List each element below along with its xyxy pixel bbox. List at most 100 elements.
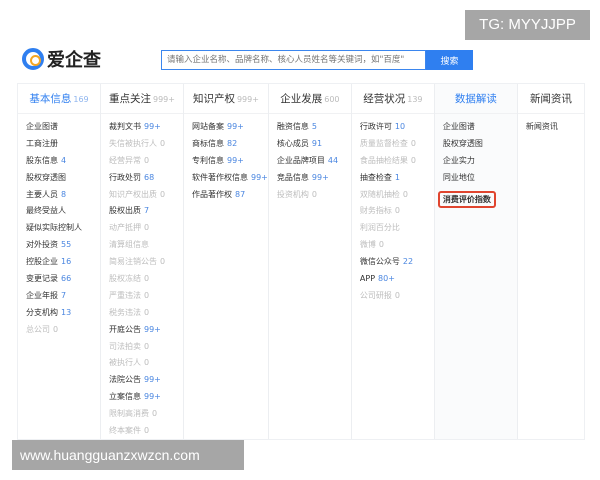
list-item[interactable]: 立案信息 99+: [109, 389, 183, 406]
item-label: 分支机构: [26, 307, 58, 317]
list-item[interactable]: 新闻资讯: [526, 119, 584, 136]
item-label: 融资信息: [276, 122, 309, 131]
search-bar: 搜索: [161, 50, 473, 70]
list-item[interactable]: 软件著作权信息 99+: [192, 170, 268, 187]
logo[interactable]: 爱企查: [22, 46, 101, 72]
item-count: 0: [152, 409, 158, 419]
list-item: 限制高消费 0: [109, 406, 183, 423]
item-list: 裁判文书 99+ 失信被执行人 0 经营异常 0 行政处罚 68 知识产权出质 0 股权出质 7 动产抵…: [101, 114, 183, 440]
item-label: 核心成员: [276, 138, 309, 148]
item-count: 0: [144, 223, 150, 233]
list-item: 税务违法 0: [109, 305, 183, 322]
item-label: 对外投资: [26, 240, 58, 250]
list-item[interactable]: 裁判文书 99+: [109, 119, 183, 136]
list-item[interactable]: APP 80+: [360, 271, 434, 288]
item-label: 知识产权出质: [109, 189, 157, 199]
list-item[interactable]: 企业实力: [443, 153, 517, 170]
tab-header[interactable]: 经营状况 139: [351, 84, 434, 114]
item-label: 微信公众号: [359, 257, 400, 267]
item-label: APP: [359, 274, 376, 284]
list-item[interactable]: 对外投资 55: [26, 237, 100, 254]
watermark-bottom: www.huangguanzxwzcn.com: [12, 440, 244, 470]
item-count: 1: [394, 172, 400, 182]
list-item[interactable]: 抽查检查 1: [360, 170, 434, 187]
list-item: 食品抽检结果 0: [360, 153, 434, 170]
list-item: 总公司 0: [26, 322, 100, 339]
list-item[interactable]: 微信公众号 22: [360, 254, 434, 271]
list-item: 简易注销公告 0: [109, 254, 183, 271]
list-item[interactable]: 变更记录 66: [26, 271, 100, 288]
list-item[interactable]: 企业图谱: [443, 119, 517, 136]
list-item[interactable]: 消费评价指数: [437, 190, 496, 208]
item-label: 终本案件: [109, 426, 141, 436]
item-label: 疑似实际控制人: [26, 223, 82, 233]
list-item: 利润百分比: [360, 220, 434, 237]
item-label: 被执行人: [109, 358, 141, 368]
item-list: 行政许可 10 质量监督检查 0 食品抽检结果 0 抽查检查 1 双随机抽检 0 财务指标 0 利润百分…: [352, 114, 434, 305]
item-label: 企业年报: [26, 290, 58, 300]
list-item[interactable]: 疑似实际控制人: [26, 220, 100, 237]
logo-search-icon: [22, 48, 44, 70]
list-item[interactable]: 专利信息 99+: [192, 153, 268, 170]
item-label: 简易注销公告: [109, 257, 157, 267]
list-item[interactable]: 网站备案 99+: [192, 119, 268, 136]
list-item[interactable]: 股东信息 4: [26, 153, 100, 170]
tab-header[interactable]: 知识产权 999+: [184, 84, 268, 114]
item-label: 税务违法: [109, 307, 141, 317]
item-count: 0: [53, 324, 59, 334]
list-item[interactable]: 行政许可 10: [360, 119, 434, 136]
list-item[interactable]: 开庭公告 99+: [109, 322, 183, 339]
list-item[interactable]: 企业品牌项目 44: [277, 153, 351, 170]
list-item[interactable]: 竞品信息 99+: [277, 170, 351, 187]
item-count: 99+: [144, 122, 161, 131]
item-count: 0: [160, 138, 166, 148]
tab-header[interactable]: 数据解读: [434, 84, 517, 114]
list-item[interactable]: 最终受益人: [26, 203, 100, 220]
search-input[interactable]: [161, 50, 426, 70]
list-item[interactable]: 控股企业 16: [26, 254, 100, 271]
list-item[interactable]: 股权穿透图: [26, 170, 100, 187]
item-count: 99+: [311, 172, 329, 182]
item-count: 0: [144, 155, 150, 165]
tab-count: 169: [73, 95, 89, 104]
tab-header[interactable]: 新闻资讯: [517, 84, 584, 114]
item-label: 质量监督检查: [359, 138, 408, 148]
list-item[interactable]: 股权出质 7: [109, 203, 183, 220]
tab-header[interactable]: 基本信息 169: [18, 84, 100, 114]
item-label: 利润百分比: [359, 223, 400, 233]
tab-title: 数据解读: [454, 93, 497, 105]
list-item[interactable]: 作品著作权 87: [192, 187, 268, 204]
list-item[interactable]: 企业年报 7: [26, 288, 100, 305]
item-label: 股权穿透图: [26, 172, 66, 182]
list-item[interactable]: 股权穿透图: [443, 136, 517, 153]
list-item[interactable]: 行政处罚 68: [109, 170, 183, 187]
list-item: 被执行人 0: [109, 355, 183, 372]
tab-header[interactable]: 重点关注 999+: [101, 84, 183, 114]
list-item[interactable]: 核心成员 91: [277, 136, 351, 153]
list-item[interactable]: 工商注册: [26, 136, 100, 153]
item-list: 新闻资讯: [518, 114, 584, 136]
nav-column: 新闻资讯 新闻资讯: [517, 84, 584, 439]
list-item[interactable]: 企业图谱: [26, 119, 100, 136]
item-count: 55: [61, 240, 72, 250]
item-label: 限制高消费: [109, 409, 149, 419]
item-list: 网站备案 99+ 商标信息 82 专利信息 99+ 软件著作权信息 99+ 作品著作权 87: [184, 114, 268, 203]
item-label: 消费评价指数: [442, 194, 491, 204]
item-label: 抽查检查: [359, 172, 392, 182]
item-label: 同业地位: [442, 172, 475, 182]
item-count: 0: [144, 290, 150, 300]
tab-header[interactable]: 企业发展 600: [268, 84, 351, 114]
nav-column: 企业发展 600 融资信息 5 核心成员 91 企业品牌项目 44 竞品信息 99+ 投资机构 0: [268, 84, 352, 439]
list-item[interactable]: 法院公告 99+: [109, 372, 183, 389]
list-item[interactable]: 商标信息 82: [192, 136, 268, 153]
list-item[interactable]: 分支机构 13: [26, 305, 100, 322]
item-label: 经营异常: [109, 155, 141, 165]
item-count: 44: [327, 155, 339, 165]
list-item[interactable]: 主要人员 8: [26, 187, 100, 204]
search-button[interactable]: 搜索: [426, 50, 473, 70]
item-label: 工商注册: [26, 138, 58, 148]
list-item[interactable]: 融资信息 5: [277, 119, 351, 136]
item-count: 66: [61, 274, 72, 284]
list-item[interactable]: 同业地位: [443, 170, 517, 187]
item-label: 软件著作权信息: [192, 172, 248, 182]
